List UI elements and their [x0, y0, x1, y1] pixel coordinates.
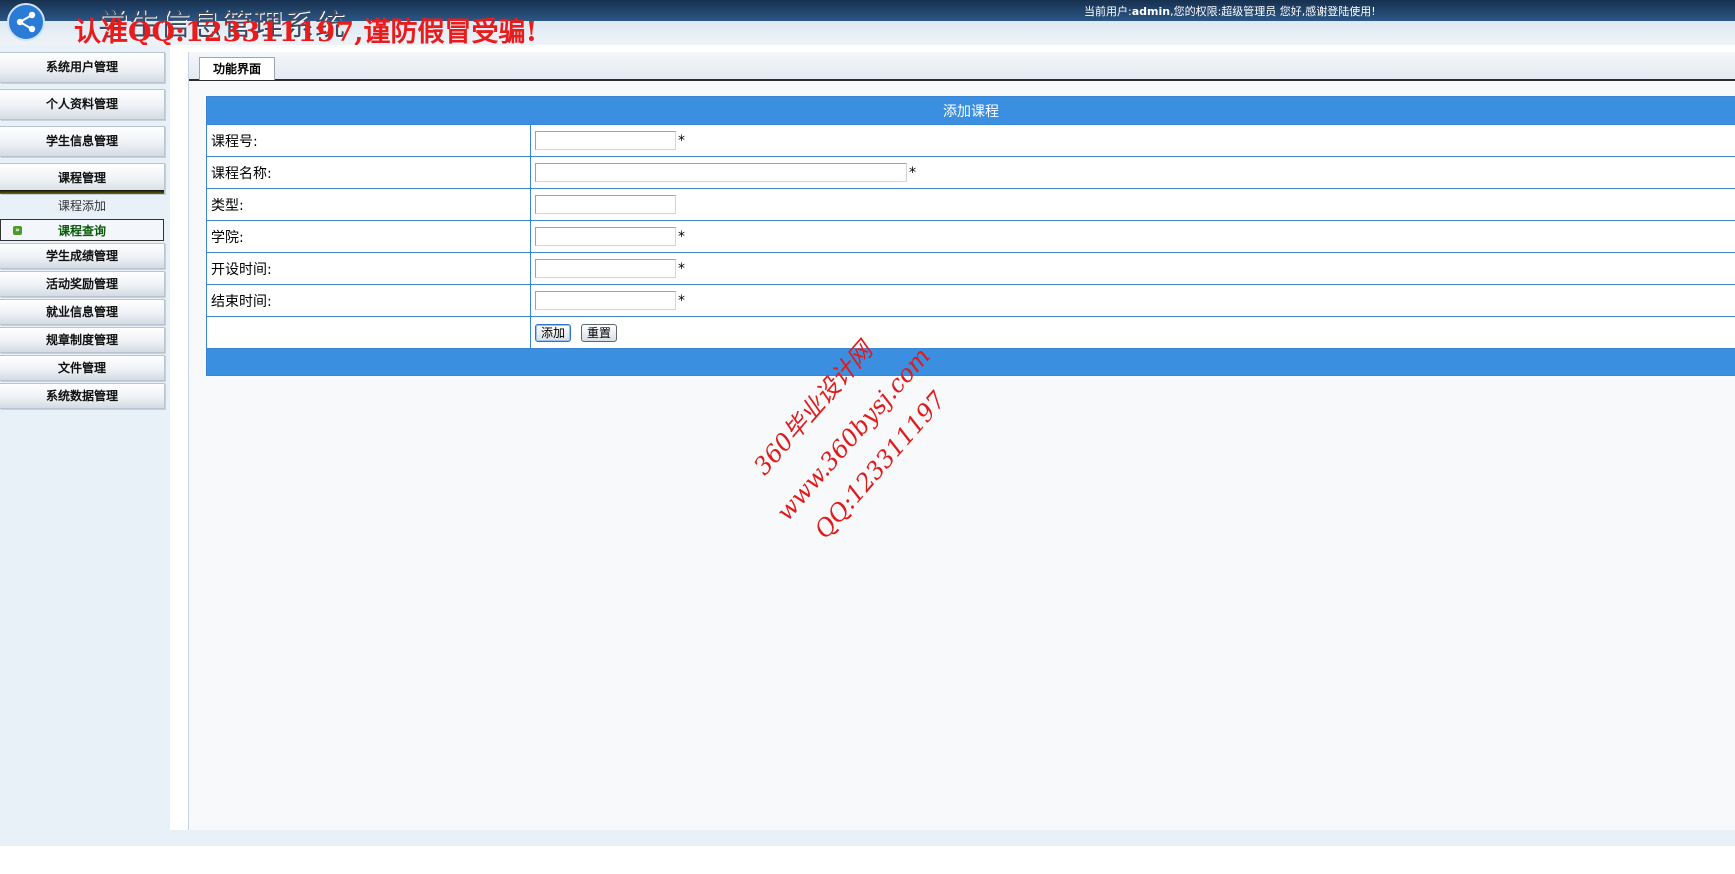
- required-mark: *: [678, 292, 685, 309]
- bottom-band: [0, 846, 1735, 874]
- user-prefix: 当前用户:: [1084, 5, 1132, 18]
- sidebar-item-grades[interactable]: 学生成绩管理: [0, 243, 165, 269]
- sidebar-item-students[interactable]: 学生信息管理: [0, 126, 165, 157]
- active-section-bar: [0, 190, 164, 194]
- college-input[interactable]: [535, 227, 676, 246]
- watermark: 360毕业设计网 www.360bysj.com QQ:123311197: [748, 337, 990, 544]
- label-end-time: 结束时间:: [206, 284, 531, 317]
- required-mark: *: [678, 228, 685, 245]
- arrow-right-icon: »: [13, 226, 22, 235]
- course-id-input[interactable]: [535, 131, 676, 150]
- type-input[interactable]: [535, 195, 676, 214]
- form-row-end-time: 结束时间: *: [206, 284, 1735, 317]
- warning-banner: 认准QQ:123311197,谨防假冒受骗!: [74, 17, 538, 45]
- form-row-course-name: 课程名称: *: [206, 156, 1735, 189]
- sidebar-item-activity-awards[interactable]: 活动奖励管理: [0, 271, 165, 297]
- sub-item-label: 课程查询: [57, 224, 106, 238]
- sidebar: 系统用户管理 个人资料管理 学生信息管理 课程管理 课程添加 » 课程查询 学生…: [0, 45, 170, 845]
- start-time-input[interactable]: [535, 259, 676, 278]
- required-mark: *: [909, 164, 916, 181]
- required-mark: *: [678, 132, 685, 149]
- end-time-input[interactable]: [535, 291, 676, 310]
- tab-strip: 功能界面: [189, 52, 1735, 81]
- tab-function-view[interactable]: 功能界面: [199, 57, 275, 80]
- sub-item-course-add[interactable]: 课程添加: [0, 195, 164, 217]
- label-course-name: 课程名称:: [206, 156, 531, 189]
- reset-button[interactable]: 重置: [581, 323, 618, 342]
- sidebar-item-system-data[interactable]: 系统数据管理: [0, 383, 165, 409]
- sub-item-course-query[interactable]: » 课程查询: [0, 219, 164, 241]
- label-course-id: 课程号:: [206, 124, 531, 157]
- add-button[interactable]: 添加: [535, 323, 572, 342]
- user-name: admin: [1131, 5, 1171, 18]
- form-row-type: 类型:: [206, 188, 1735, 221]
- user-info: 当前用户:admin,您的权限:超级管理员 您好,感谢登陆使用!: [1084, 3, 1376, 19]
- form-row-college: 学院: *: [206, 220, 1735, 253]
- label-start-time: 开设时间:: [206, 252, 531, 285]
- label-college: 学院:: [206, 220, 531, 253]
- sidebar-item-regulations[interactable]: 规章制度管理: [0, 327, 165, 353]
- app-header: 学生信息管理系统 认准QQ:123311197,谨防假冒受骗! 当前用户:adm…: [0, 0, 1735, 45]
- welcome-text: 您好,感谢登陆使用!: [1279, 5, 1376, 18]
- form-title: 添加课程: [206, 96, 1735, 125]
- sidebar-item-system-users[interactable]: 系统用户管理: [0, 52, 165, 83]
- bottom-strip: [0, 830, 1735, 846]
- add-course-form: 添加课程 课程号: * 课程名称: * 类型: 学院: * 开设时间: * 结束…: [206, 96, 1735, 376]
- form-row-course-id: 课程号: *: [206, 124, 1735, 157]
- share-logo-icon: [7, 3, 45, 41]
- required-mark: *: [678, 260, 685, 277]
- sidebar-item-files[interactable]: 文件管理: [0, 355, 165, 381]
- role-prefix: ,您的权限:: [1170, 5, 1222, 18]
- sidebar-item-profile[interactable]: 个人资料管理: [0, 89, 165, 120]
- form-row-start-time: 开设时间: *: [206, 252, 1735, 285]
- course-name-input[interactable]: [535, 163, 907, 182]
- sidebar-item-employment[interactable]: 就业信息管理: [0, 299, 165, 325]
- user-role: 超级管理员: [1221, 5, 1277, 18]
- label-type: 类型:: [206, 188, 531, 221]
